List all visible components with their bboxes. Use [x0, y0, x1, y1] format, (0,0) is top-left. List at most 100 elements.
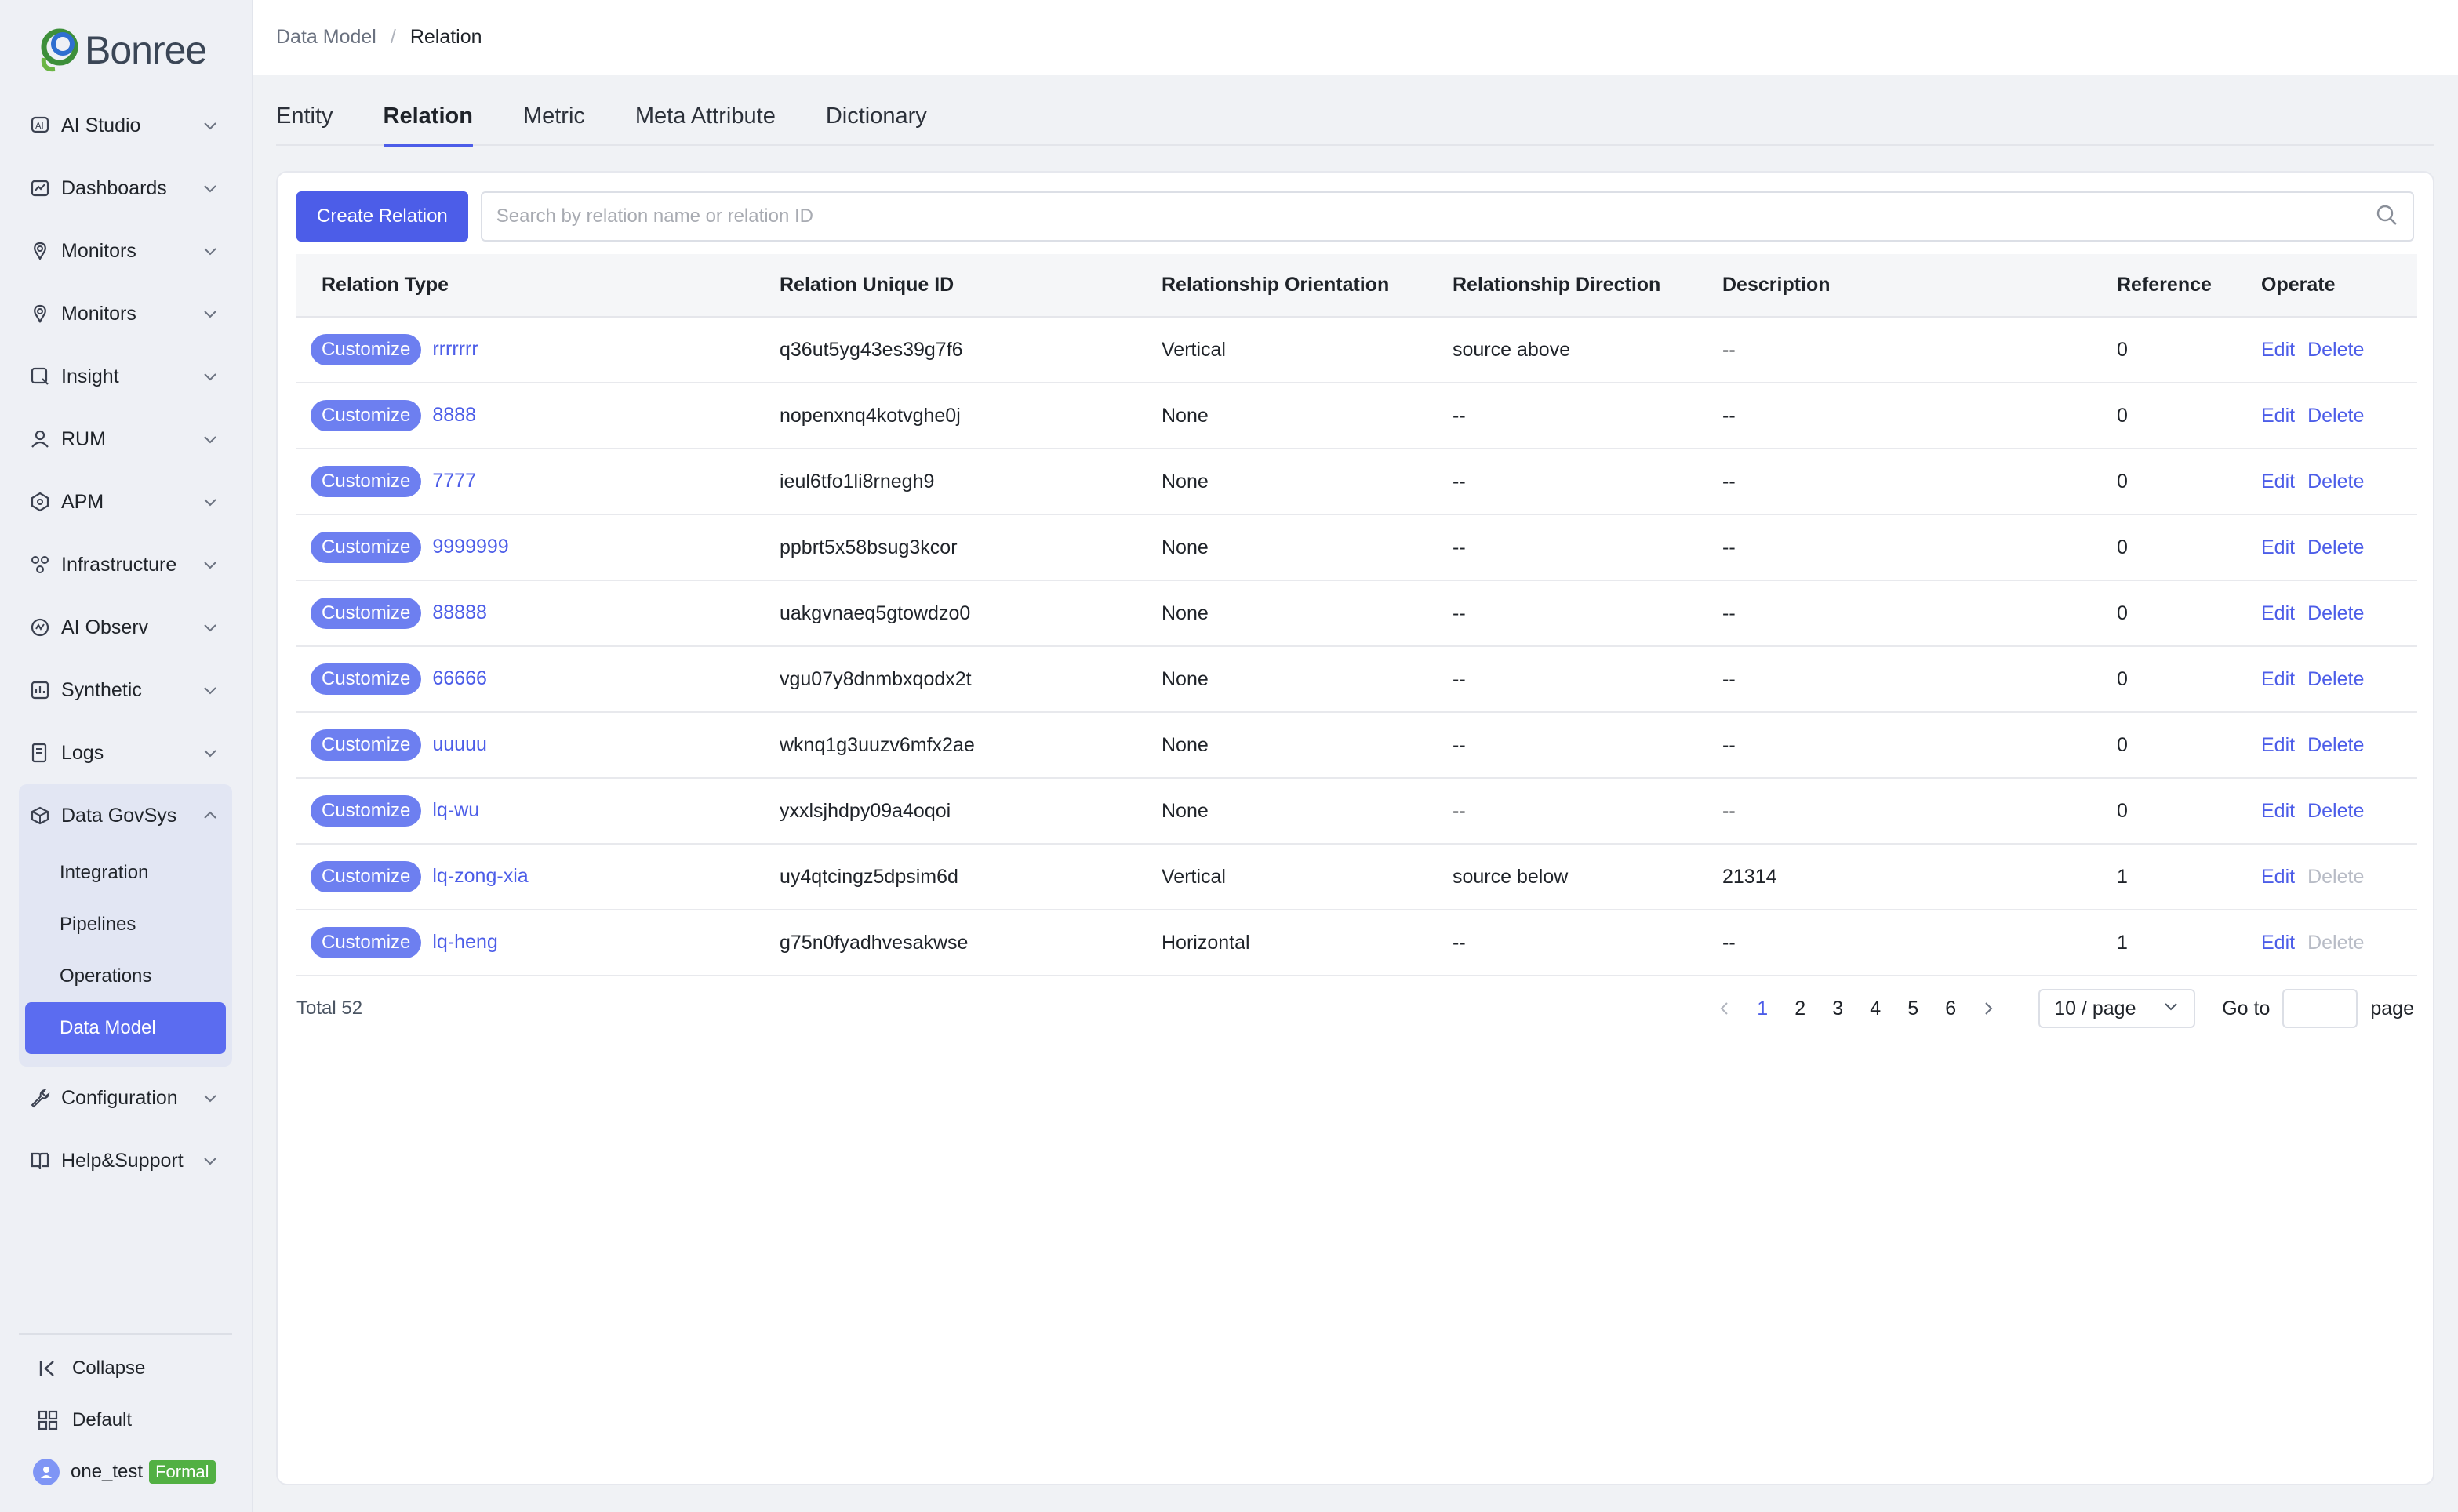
- sidebar-item-ai-studio[interactable]: AI AI Studio: [19, 94, 232, 157]
- column-header-operate: Operate: [2261, 254, 2417, 318]
- page-size-select[interactable]: 10 / page: [2038, 989, 2196, 1028]
- pagination: 123456 10 / page Go to page: [1706, 989, 2414, 1028]
- create-relation-button[interactable]: Create Relation: [296, 191, 468, 242]
- sidebar-item-configuration[interactable]: Configuration: [19, 1067, 232, 1129]
- relation-card: Create Relation Relation TypeRelation Un…: [276, 171, 2434, 1485]
- relation-name-link[interactable]: rrrrrrr: [432, 338, 478, 360]
- chevron-down-icon: [201, 492, 220, 511]
- tab-metric[interactable]: Metric: [523, 86, 585, 146]
- sidebar-item-infrastructure[interactable]: Infrastructure: [19, 533, 232, 596]
- sidebar-item-ai-observ[interactable]: AI Observ: [19, 596, 232, 659]
- delete-link[interactable]: Delete: [2307, 536, 2364, 558]
- table-row: Customize uuuuu wknq1g3uuzv6mfx2ae None -- --…: [296, 712, 2417, 779]
- sidebar-subitem-pipelines[interactable]: Pipelines: [19, 899, 232, 950]
- edit-link[interactable]: Edit: [2261, 405, 2295, 427]
- edit-link[interactable]: Edit: [2261, 800, 2295, 822]
- tab-dictionary[interactable]: Dictionary: [826, 86, 927, 146]
- delete-link[interactable]: Delete: [2307, 734, 2364, 756]
- type-tag: Customize: [311, 334, 422, 365]
- tab-relation[interactable]: Relation: [383, 86, 474, 147]
- sidebar-subitem-data-model[interactable]: Data Model: [25, 1002, 226, 1054]
- chevron-down-icon: [201, 242, 220, 260]
- relation-name-link[interactable]: 66666: [432, 667, 487, 689]
- sidebar-item-apm[interactable]: APM: [19, 471, 232, 533]
- sidebar-item-synthetic[interactable]: Synthetic: [19, 659, 232, 721]
- edit-link[interactable]: Edit: [2261, 668, 2295, 690]
- delete-link[interactable]: Delete: [2307, 405, 2364, 427]
- edit-link[interactable]: Edit: [2261, 602, 2295, 624]
- delete-link[interactable]: Delete: [2307, 339, 2364, 361]
- relation-name-link[interactable]: lq-heng: [432, 931, 497, 953]
- workspace-switcher[interactable]: Default: [19, 1394, 232, 1446]
- reference-cell: 1: [2092, 910, 2261, 976]
- relation-id-cell: yxxlsjhdpy09a4oqoi: [754, 778, 1136, 845]
- user-icon: [28, 427, 52, 451]
- goto-page-input[interactable]: [2282, 989, 2358, 1028]
- brand-logo[interactable]: Bonree: [36, 25, 207, 75]
- operate-cell: Edit Delete: [2261, 646, 2417, 713]
- delete-link: Delete: [2307, 931, 2365, 954]
- relation-name-link[interactable]: uuuuu: [432, 733, 487, 755]
- collapse-button[interactable]: Collapse: [19, 1343, 232, 1394]
- page-list: 123456: [1744, 998, 1969, 1020]
- relation-name-link[interactable]: lq-wu: [432, 799, 479, 821]
- search-icon[interactable]: [2375, 203, 2398, 231]
- column-header-description: Description: [1697, 254, 2092, 318]
- search-input[interactable]: [496, 205, 2375, 227]
- relation-name-link[interactable]: lq-zong-xia: [432, 865, 528, 887]
- relation-name-link[interactable]: 9999999: [432, 536, 508, 558]
- operate-cell: Edit Delete: [2261, 580, 2417, 647]
- sidebar-item-insight[interactable]: Insight: [19, 345, 232, 408]
- sidebar-subitem-integration[interactable]: Integration: [19, 847, 232, 899]
- edit-link[interactable]: Edit: [2261, 471, 2295, 492]
- tab-meta-attribute[interactable]: Meta Attribute: [635, 86, 776, 146]
- page-number-4[interactable]: 4: [1856, 998, 1894, 1020]
- sidebar-item-monitors[interactable]: Monitors: [19, 220, 232, 282]
- relation-name-link[interactable]: 88888: [432, 602, 487, 623]
- edit-link[interactable]: Edit: [2261, 339, 2295, 361]
- next-page-button[interactable]: [1969, 1001, 2007, 1016]
- page-number-1[interactable]: 1: [1744, 998, 1781, 1020]
- sidebar-item-monitors[interactable]: Monitors: [19, 282, 232, 345]
- page-number-2[interactable]: 2: [1781, 998, 1819, 1020]
- sidebar-subitem-operations[interactable]: Operations: [19, 950, 232, 1002]
- chevron-down-icon: [201, 555, 220, 574]
- delete-link[interactable]: Delete: [2307, 471, 2364, 492]
- sidebar-item-label: AI Studio: [61, 114, 141, 136]
- sidebar-group-data-govsys: Data GovSys Integration Pipelines Operation…: [19, 784, 232, 1067]
- type-tag: Customize: [311, 861, 422, 892]
- type-tag: Customize: [311, 663, 422, 695]
- sidebar-item-help-support[interactable]: Help&Support: [19, 1129, 232, 1192]
- page-number-5[interactable]: 5: [1894, 998, 1932, 1020]
- description-cell: --: [1697, 383, 2092, 449]
- edit-link[interactable]: Edit: [2261, 866, 2295, 888]
- delete-link[interactable]: Delete: [2307, 602, 2364, 624]
- sidebar-item-rum[interactable]: RUM: [19, 408, 232, 471]
- page-number-6[interactable]: 6: [1932, 998, 1969, 1020]
- table-row: Customize 66666 vgu07y8dnmbxqodx2t None -- --…: [296, 646, 2417, 713]
- edit-link[interactable]: Edit: [2261, 734, 2295, 756]
- tab-entity[interactable]: Entity: [276, 86, 333, 146]
- relation-name-link[interactable]: 8888: [432, 404, 476, 426]
- breadcrumb-parent[interactable]: Data Model: [276, 26, 376, 49]
- edit-link[interactable]: Edit: [2261, 932, 2295, 954]
- environment-badge: Formal: [149, 1460, 216, 1484]
- sidebar-item-dashboards[interactable]: Dashboards: [19, 157, 232, 220]
- description-cell: --: [1697, 910, 2092, 976]
- delete-link[interactable]: Delete: [2307, 800, 2364, 822]
- table-row: Customize lq-wu yxxlsjhdpy09a4oqoi None -- --…: [296, 778, 2417, 845]
- page-number-3[interactable]: 3: [1819, 998, 1856, 1020]
- chevron-up-icon: [201, 806, 220, 825]
- sidebar-item-label: RUM: [61, 427, 106, 450]
- user-profile[interactable]: one_test Formal: [19, 1446, 232, 1498]
- prev-page-button[interactable]: [1706, 1001, 1744, 1016]
- sidebar-item-logs[interactable]: Logs: [19, 721, 232, 784]
- sidebar-item-label: Dashboards: [61, 176, 167, 199]
- relation-name-link[interactable]: 7777: [432, 470, 476, 492]
- delete-link[interactable]: Delete: [2307, 668, 2364, 690]
- edit-link[interactable]: Edit: [2261, 536, 2295, 558]
- sidebar-item-data-govsys[interactable]: Data GovSys: [19, 784, 232, 847]
- direction-cell: --: [1427, 646, 1697, 713]
- table-row: Customize lq-heng g75n0fyadhvesakwse Horizo…: [296, 910, 2417, 976]
- sidebar-item-label: Configuration: [61, 1086, 178, 1109]
